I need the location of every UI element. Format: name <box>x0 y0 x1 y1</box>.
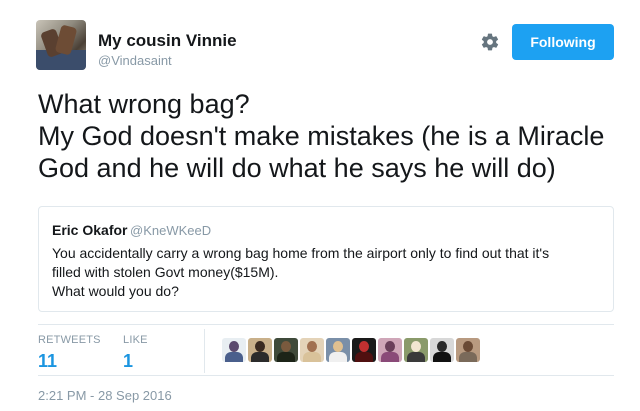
retweets-label: RETWEETS <box>38 334 101 346</box>
avatar-head <box>307 341 317 352</box>
quoted-text-line: filled with stolen Govt money($15M). <box>52 264 279 280</box>
avatar-head <box>359 341 369 352</box>
avatar-head <box>229 341 239 352</box>
retweets-stat[interactable]: RETWEETS 11 <box>38 334 101 372</box>
tweet-text-line: What wrong bag? <box>38 89 250 119</box>
avatar-body <box>407 352 425 362</box>
avatar-head <box>385 341 395 352</box>
avatar-head <box>411 341 421 352</box>
author-avatar[interactable] <box>36 20 86 70</box>
tweet-timestamp[interactable]: 2:21 PM - 28 Sep 2016 <box>38 388 172 403</box>
engaged-user-avatar[interactable] <box>430 338 454 362</box>
avatar-body <box>251 352 269 362</box>
avatar-head <box>437 341 447 352</box>
quoted-tweet-text: You accidentally carry a wrong bag home … <box>52 244 607 301</box>
engaged-user-avatar[interactable] <box>352 338 376 362</box>
avatar-body <box>329 352 347 362</box>
engaged-user-avatar[interactable] <box>248 338 272 362</box>
quoted-author-name: Eric Okafor <box>52 222 128 238</box>
avatar-body <box>277 352 295 362</box>
engaged-user-avatar[interactable] <box>456 338 480 362</box>
quoted-text-line: You accidentally carry a wrong bag home … <box>52 245 550 261</box>
tweet-text: What wrong bag? My God doesn't make mist… <box>38 88 628 184</box>
avatar-head <box>281 341 291 352</box>
stats-divider <box>204 329 205 373</box>
tweet-stats: RETWEETS 11 LIKE 1 <box>38 324 614 376</box>
avatar-head <box>333 341 343 352</box>
tweet-text-line: God and he will do what he says he will … <box>38 153 556 183</box>
engaged-user-avatar[interactable] <box>300 338 324 362</box>
gear-icon[interactable] <box>480 32 500 52</box>
quoted-author-handle: @KneWKeeD <box>130 223 212 238</box>
tweet-card: My cousin Vinnie @Vindasaint Following W… <box>0 0 640 411</box>
avatar-head <box>255 341 265 352</box>
following-button[interactable]: Following <box>512 24 614 60</box>
author-display-name[interactable]: My cousin Vinnie <box>98 31 237 51</box>
engaged-user-avatar[interactable] <box>326 338 350 362</box>
quoted-text-line: What would you do? <box>52 283 179 299</box>
avatar-body <box>381 352 399 362</box>
tweet-text-line: My God doesn't make mistakes (he is a Mi… <box>38 121 605 151</box>
avatar-body <box>225 352 243 362</box>
engaged-user-avatar[interactable] <box>222 338 246 362</box>
author-handle[interactable]: @Vindasaint <box>98 53 172 68</box>
avatar-body <box>459 352 477 362</box>
likes-count: 1 <box>123 351 134 371</box>
avatar-body <box>433 352 451 362</box>
engaged-user-avatar[interactable] <box>274 338 298 362</box>
engaged-user-avatar[interactable] <box>404 338 428 362</box>
quoted-tweet[interactable]: Eric Okafor @KneWKeeD You accidentally c… <box>38 206 614 312</box>
likes-stat[interactable]: LIKE 1 <box>123 334 148 372</box>
retweets-count: 11 <box>38 351 58 371</box>
engaged-user-avatar[interactable] <box>378 338 402 362</box>
avatar-head <box>463 341 473 352</box>
avatar-body <box>355 352 373 362</box>
likes-label: LIKE <box>123 334 148 346</box>
avatar-body <box>303 352 321 362</box>
